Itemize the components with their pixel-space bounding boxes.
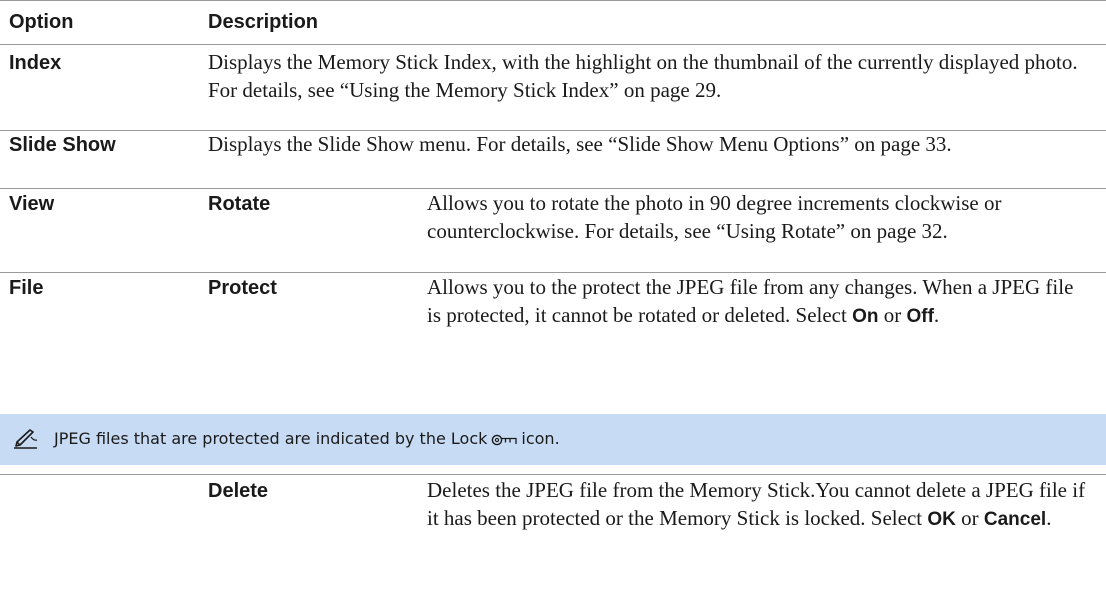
note-text-end: icon. <box>521 429 560 448</box>
choice-on: On <box>852 306 879 327</box>
description-delete-or: or <box>955 506 984 530</box>
description-rotate: Allows you to rotate the photo in 90 deg… <box>427 191 1002 243</box>
suboption-protect: Protect <box>208 277 277 299</box>
lock-key-icon <box>492 434 518 445</box>
document-page: Option Description Index Displays the Me… <box>0 0 1106 599</box>
note-box: JPEG files that are protected are indica… <box>0 414 1106 465</box>
note-text-start: JPEG files that are protected are indica… <box>54 429 488 448</box>
suboption-rotate: Rotate <box>208 193 271 215</box>
description-delete: Deletes the JPEG file from the Memory St… <box>427 476 1087 534</box>
description-protect-end: . <box>933 303 940 327</box>
top-rule <box>0 0 1106 1</box>
row-rule <box>0 474 1106 475</box>
description-slide-show: Displays the Slide Show menu. For detail… <box>208 132 952 156</box>
description-protect-or: or <box>878 303 907 327</box>
column-header-description: Description <box>208 11 319 33</box>
choice-cancel: Cancel <box>983 509 1047 530</box>
option-slide-show: Slide Show <box>9 134 116 156</box>
description-delete-end: . <box>1046 506 1052 530</box>
note-text: JPEG files that are protected are indica… <box>54 427 560 451</box>
description-protect-text: Allows you to the protect the JPEG file … <box>427 275 1074 327</box>
description-index: Displays the Memory Stick Index, with th… <box>208 50 1078 102</box>
header-rule <box>0 44 1106 45</box>
column-header-option: Option <box>9 11 74 33</box>
note-pencil-icon <box>14 429 38 449</box>
option-file: File <box>9 277 44 299</box>
choice-ok: OK <box>927 509 956 530</box>
description-protect: Allows you to the protect the JPEG file … <box>427 273 1087 331</box>
option-view: View <box>9 193 55 215</box>
suboption-delete: Delete <box>208 480 269 502</box>
choice-off: Off <box>906 306 934 327</box>
option-index: Index <box>9 52 62 74</box>
